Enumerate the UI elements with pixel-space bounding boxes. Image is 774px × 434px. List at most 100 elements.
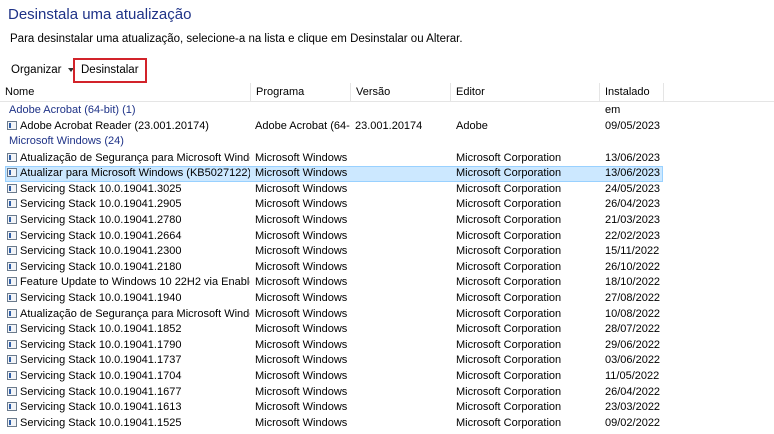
group-header[interactable]: Microsoft Windows (24) bbox=[9, 134, 124, 149]
list-item[interactable]: Servicing Stack 10.0.19041.1525 Microsoft… bbox=[0, 416, 774, 432]
cell-version bbox=[355, 166, 450, 182]
list-item[interactable]: Servicing Stack 10.0.19041.2180 Microsoft… bbox=[0, 260, 774, 276]
list-item[interactable]: Servicing Stack 10.0.19041.3025 Microsoft… bbox=[0, 182, 774, 198]
cell-name: Servicing Stack 10.0.19041.1737 bbox=[7, 353, 250, 369]
update-package-icon bbox=[7, 152, 17, 162]
cell-installed: 26/04/2022 bbox=[605, 385, 661, 398]
list-item[interactable]: Adobe Acrobat Reader (23.001.20174) Adobe… bbox=[0, 119, 774, 135]
update-name: Servicing Stack 10.0.19041.1677 bbox=[20, 385, 182, 398]
list-item[interactable]: Servicing Stack 10.0.19041.1790 Microsoft… bbox=[0, 338, 774, 354]
list-item[interactable]: Atualização de Segurança para Microsoft … bbox=[0, 307, 774, 323]
cell-name: Atualizar para Microsoft Windows (KB5027… bbox=[7, 166, 250, 182]
cell-installed: 24/05/2023 bbox=[605, 182, 661, 195]
cell-name: Servicing Stack 10.0.19041.2180 bbox=[7, 260, 250, 276]
column-header-version[interactable]: Versão bbox=[351, 83, 451, 102]
list-item[interactable]: Servicing Stack 10.0.19041.1737 Microsoft… bbox=[0, 353, 774, 369]
cell-version bbox=[355, 291, 450, 307]
cell-program: Microsoft Windows bbox=[255, 354, 348, 367]
list-item[interactable]: Atualizar para Microsoft Windows (KB5027… bbox=[0, 166, 774, 182]
cell-program: Microsoft Windows bbox=[255, 385, 348, 398]
column-header-program[interactable]: Programa bbox=[251, 83, 351, 102]
cell-name: Adobe Acrobat Reader (23.001.20174) bbox=[7, 119, 250, 135]
update-package-icon bbox=[7, 230, 17, 240]
cell-program: Microsoft Windows bbox=[255, 307, 348, 320]
cell-program: Microsoft Windows bbox=[255, 369, 348, 382]
update-name: Servicing Stack 10.0.19041.1940 bbox=[20, 291, 182, 304]
cell-installed: 11/05/2022 bbox=[605, 369, 660, 382]
cell-program: Adobe Acrobat (64-... bbox=[255, 119, 350, 132]
toolbar: Organizar Desinstalar bbox=[0, 58, 774, 83]
list-item[interactable]: Servicing Stack 10.0.19041.1613 Microsoft… bbox=[0, 400, 774, 416]
update-package-icon bbox=[7, 339, 17, 349]
cell-program: Microsoft Windows bbox=[255, 291, 348, 304]
cell-version bbox=[355, 197, 450, 213]
update-name: Servicing Stack 10.0.19041.2664 bbox=[20, 229, 182, 242]
update-package-icon bbox=[7, 183, 17, 193]
list-item[interactable]: Feature Update to Windows 10 22H2 via En… bbox=[0, 275, 774, 291]
cell-version bbox=[355, 182, 450, 198]
cell-publisher: Microsoft Corporation bbox=[456, 167, 562, 180]
group-header[interactable]: Adobe Acrobat (64-bit) (1) bbox=[9, 103, 136, 118]
list-item[interactable]: Servicing Stack 10.0.19041.1940 Microsoft… bbox=[0, 291, 774, 307]
column-header-publisher[interactable]: Editor bbox=[451, 83, 600, 102]
cell-version bbox=[355, 385, 450, 401]
list-item[interactable]: Atualização de Segurança para Microsoft … bbox=[0, 151, 774, 167]
cell-name: Servicing Stack 10.0.19041.2905 bbox=[7, 197, 250, 213]
list-item[interactable]: Servicing Stack 10.0.19041.1677 Microsoft… bbox=[0, 385, 774, 401]
cell-version bbox=[355, 400, 450, 416]
update-package-icon bbox=[7, 370, 17, 380]
cell-program: Microsoft Windows bbox=[255, 276, 348, 289]
update-name: Servicing Stack 10.0.19041.3025 bbox=[20, 182, 182, 195]
cell-publisher: Microsoft Corporation bbox=[456, 276, 562, 289]
cell-program: Microsoft Windows bbox=[255, 151, 348, 164]
cell-version bbox=[355, 369, 450, 385]
cell-version bbox=[355, 307, 450, 323]
cell-name: Servicing Stack 10.0.19041.1677 bbox=[7, 385, 250, 401]
cell-installed: 21/03/2023 bbox=[605, 213, 661, 226]
cell-installed: 09/02/2022 bbox=[605, 416, 661, 429]
list-item[interactable]: Servicing Stack 10.0.19041.2664 Microsoft… bbox=[0, 229, 774, 245]
cell-publisher: Microsoft Corporation bbox=[456, 401, 562, 414]
update-name: Servicing Stack 10.0.19041.1525 bbox=[20, 416, 182, 429]
uninstall-button[interactable]: Desinstalar bbox=[73, 58, 147, 83]
cell-publisher: Microsoft Corporation bbox=[456, 323, 562, 336]
update-name: Servicing Stack 10.0.19041.1613 bbox=[20, 401, 182, 414]
cell-installed: 28/07/2022 bbox=[605, 323, 661, 336]
cell-version bbox=[355, 151, 450, 167]
cell-version bbox=[355, 322, 450, 338]
column-header-name[interactable]: Nome bbox=[0, 83, 251, 102]
update-name: Servicing Stack 10.0.19041.1852 bbox=[20, 323, 182, 336]
update-name: Atualização de Segurança para Microsoft … bbox=[20, 307, 250, 320]
update-name: Servicing Stack 10.0.19041.1704 bbox=[20, 369, 182, 382]
update-name: Servicing Stack 10.0.19041.2180 bbox=[20, 260, 182, 273]
organize-button[interactable]: Organizar bbox=[5, 58, 80, 83]
cell-publisher: Microsoft Corporation bbox=[456, 354, 562, 367]
column-header-row: Nome Programa Versão Editor Instalado em bbox=[0, 83, 774, 116]
cell-publisher: Microsoft Corporation bbox=[456, 229, 562, 242]
page-subtitle: Para desinstalar uma atualização, seleci… bbox=[10, 33, 463, 45]
update-package-icon bbox=[7, 402, 17, 412]
page-title: Desinstala uma atualização bbox=[8, 6, 192, 23]
cell-publisher: Microsoft Corporation bbox=[456, 182, 562, 195]
update-name: Feature Update to Windows 10 22H2 via En… bbox=[20, 276, 250, 289]
cell-version bbox=[355, 260, 450, 276]
cell-program: Microsoft Windows bbox=[255, 260, 348, 273]
cell-installed: 22/02/2023 bbox=[605, 229, 661, 242]
list-item[interactable]: Servicing Stack 10.0.19041.1852 Microsoft… bbox=[0, 322, 774, 338]
column-header-installed[interactable]: Instalado em bbox=[600, 83, 664, 116]
cell-publisher: Microsoft Corporation bbox=[456, 416, 562, 429]
update-name: Servicing Stack 10.0.19041.2780 bbox=[20, 213, 182, 226]
cell-program: Microsoft Windows bbox=[255, 229, 348, 242]
list-item[interactable]: Servicing Stack 10.0.19041.2905 Microsoft… bbox=[0, 197, 774, 213]
cell-version bbox=[355, 338, 450, 354]
update-package-icon bbox=[7, 386, 17, 396]
cell-program: Microsoft Windows bbox=[255, 338, 348, 351]
list-item[interactable]: Servicing Stack 10.0.19041.2780 Microsoft… bbox=[0, 213, 774, 229]
update-name: Servicing Stack 10.0.19041.2300 bbox=[20, 245, 182, 258]
cell-publisher: Microsoft Corporation bbox=[456, 213, 562, 226]
list-item[interactable]: Servicing Stack 10.0.19041.2300 Microsoft… bbox=[0, 244, 774, 260]
list-item[interactable]: Servicing Stack 10.0.19041.1704 Microsoft… bbox=[0, 369, 774, 385]
cell-version bbox=[355, 275, 450, 291]
cell-name: Servicing Stack 10.0.19041.2300 bbox=[7, 244, 250, 260]
update-package-icon bbox=[7, 308, 17, 318]
